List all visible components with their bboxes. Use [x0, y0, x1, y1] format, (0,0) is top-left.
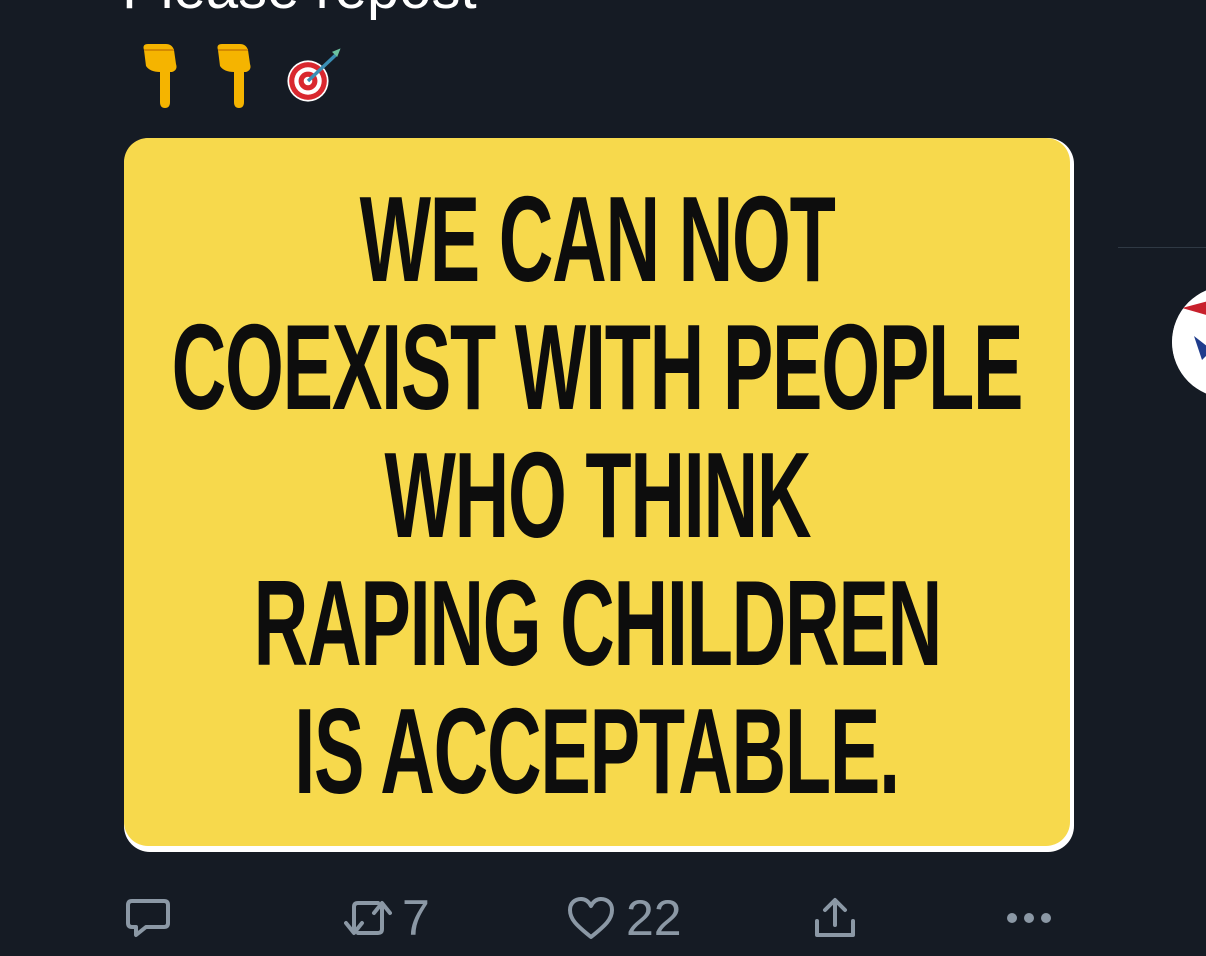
direct-hit-icon — [287, 48, 341, 102]
emoji-row — [136, 40, 344, 110]
divider — [1118, 247, 1206, 248]
poster-line: WHO THINK — [384, 427, 811, 563]
share-button[interactable] — [812, 894, 858, 942]
retweet-count: 7 — [402, 890, 430, 946]
tweet-action-bar: 7 22 — [0, 880, 1206, 956]
tweet-screen: Please repost WE CAN NOT COEXIST WITH PE… — [0, 0, 1206, 956]
more-button[interactable] — [1004, 894, 1054, 942]
poster: WE CAN NOT COEXIST WITH PEOPLE WHO THINK… — [124, 138, 1070, 846]
heart-icon — [568, 897, 614, 939]
share-icon — [815, 898, 855, 937]
reply-button[interactable] — [124, 894, 172, 942]
retweet-icon — [344, 901, 392, 935]
backhand-index-pointing-down-icon — [217, 44, 251, 108]
reply-icon — [126, 899, 170, 937]
tweet-text: Please repost — [122, 0, 477, 18]
like-button[interactable]: 22 — [566, 890, 682, 946]
like-count: 22 — [626, 890, 682, 946]
avatar[interactable] — [1172, 286, 1206, 398]
poster-line: WE CAN NOT — [359, 171, 835, 307]
avatar-image-icon — [1172, 290, 1206, 394]
retweet-button[interactable]: 7 — [344, 890, 430, 946]
poster-line: IS ACCEPTABLE. — [294, 683, 901, 819]
tweet-media-image[interactable]: WE CAN NOT COEXIST WITH PEOPLE WHO THINK… — [124, 138, 1074, 852]
backhand-index-pointing-down-icon — [143, 44, 177, 108]
poster-line: RAPING CHILDREN — [253, 555, 942, 691]
poster-line: COEXIST WITH PEOPLE — [171, 299, 1024, 435]
more-icon — [1007, 913, 1051, 923]
